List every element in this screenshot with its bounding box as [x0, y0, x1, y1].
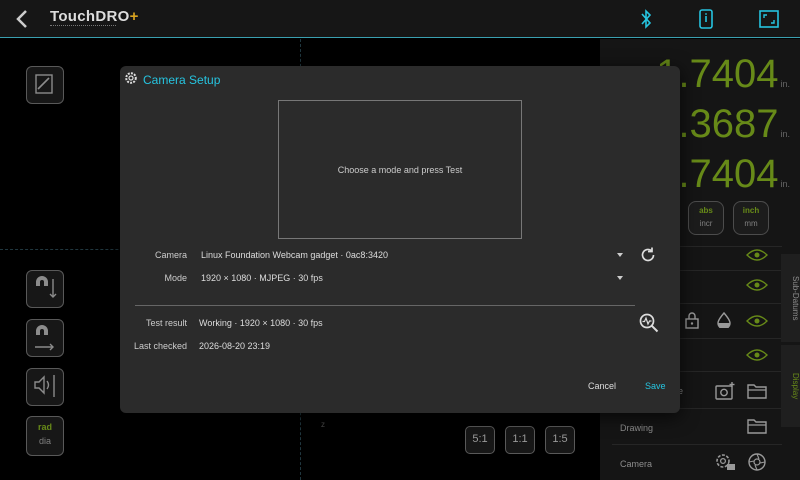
dialog-title: Camera Setup — [143, 73, 221, 87]
camera-select[interactable]: Linux Foundation Webcam gadget · 0ac8:34… — [201, 250, 388, 260]
mode-label: Mode — [164, 273, 187, 283]
camera-dropdown-arrow-icon[interactable] — [617, 253, 623, 257]
app-logo: TouchDRO+ — [50, 8, 139, 25]
test-result-label: Test result — [145, 318, 187, 328]
logo-underline — [50, 25, 116, 28]
logo-plus: + — [129, 8, 139, 25]
last-checked-label: Last checked — [133, 341, 187, 351]
logo-text: TouchDRO — [50, 8, 130, 25]
test-result-value: Working · 1920 × 1080 · 30 fps — [199, 318, 323, 328]
camera-setup-dialog: Camera Setup Choose a mode and press Tes… — [120, 66, 680, 413]
device-icon[interactable] — [694, 8, 718, 30]
refresh-icon[interactable] — [639, 246, 657, 264]
back-arrow-icon[interactable] — [12, 8, 34, 30]
fullscreen-icon[interactable] — [757, 8, 781, 30]
mode-select[interactable]: 1920 × 1080 · MJPEG · 30 fps — [201, 273, 323, 283]
cancel-button[interactable]: Cancel — [588, 381, 616, 391]
bluetooth-icon[interactable] — [634, 8, 658, 30]
camera-label: Camera — [154, 250, 187, 260]
preview-placeholder-text: Choose a mode and press Test — [337, 165, 463, 175]
test-camera-icon[interactable] — [639, 313, 659, 333]
camera-preview: Choose a mode and press Test — [278, 100, 522, 239]
gear-icon — [125, 72, 137, 84]
save-button[interactable]: Save — [645, 381, 666, 391]
mode-dropdown-arrow-icon[interactable] — [617, 276, 623, 280]
top-bar: TouchDRO+ — [0, 0, 800, 38]
last-checked-value: 2026-08-20 23:19 — [199, 341, 271, 351]
dialog-divider — [135, 305, 635, 306]
